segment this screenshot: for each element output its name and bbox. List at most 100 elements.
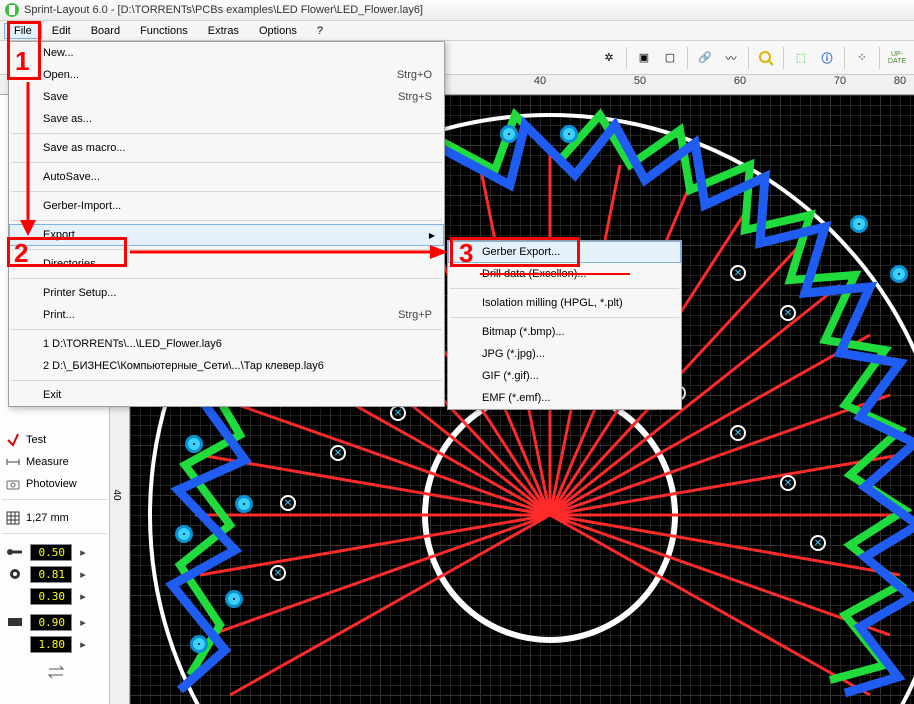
pcb-pad: [500, 125, 518, 143]
pcb-via: [810, 535, 826, 551]
toolbar-snap-button[interactable]: ✲: [597, 46, 621, 70]
menu-item-label: Isolation milling (HPGL, *.plt): [482, 297, 623, 309]
menu-item-bitmap[interactable]: Bitmap (*.bmp)...: [448, 321, 681, 343]
pcb-pad: [185, 435, 203, 453]
menu-item-emf[interactable]: EMF (*.emf)...: [448, 387, 681, 409]
menu-item-label: Save: [43, 91, 68, 103]
annotation-label-3: 3: [459, 238, 473, 269]
spinner-up-icon[interactable]: ▸: [78, 636, 88, 652]
menu-item-label: GIF (*.gif)...: [482, 370, 539, 382]
spinner-up-icon[interactable]: ▸: [78, 588, 88, 604]
toolbar-separator: [626, 47, 627, 69]
menu-item-save-macro[interactable]: Save as macro...: [9, 137, 444, 159]
menu-extras[interactable]: Extras: [198, 23, 249, 39]
menu-item-saveas[interactable]: Save as...: [9, 108, 444, 130]
measure-icon: [6, 455, 20, 469]
menu-shortcut: Strg+S: [398, 91, 432, 103]
menu-item-label: Save as macro...: [43, 142, 126, 154]
menu-item-save[interactable]: Save Strg+S: [9, 86, 444, 108]
smd-w-control[interactable]: 0.90 ▸: [2, 611, 107, 633]
grid-setting[interactable]: 1,27 mm: [2, 507, 107, 529]
pad-outer-value: 0.81: [30, 566, 72, 583]
menu-options[interactable]: Options: [249, 23, 307, 39]
menu-item-label: Save as...: [43, 113, 92, 125]
ruler-tick-label: 60: [734, 75, 746, 87]
tool-test[interactable]: Test: [2, 429, 107, 451]
photoview-icon: [6, 477, 20, 491]
toolbar-separator: [879, 47, 880, 69]
pcb-via: [280, 495, 296, 511]
menu-item-exit[interactable]: Exit: [9, 384, 444, 406]
swap-icon: [45, 665, 69, 679]
menu-item-label: 2 D:\_БИЗНЕС\Компьютерные_Сети\...\Тар к…: [43, 360, 324, 372]
menu-item-label: 1 D:\TORRENTs\...\LED_Flower.lay6: [43, 338, 222, 350]
menu-item-autosave[interactable]: AutoSave...: [9, 166, 444, 188]
spinner-up-icon[interactable]: ▸: [78, 614, 88, 630]
toolbar-zoom-button[interactable]: [754, 46, 778, 70]
pcb-pad: [560, 125, 578, 143]
track-width-control[interactable]: 0.50 ▸: [2, 541, 107, 563]
menu-item-label: Print...: [43, 309, 75, 321]
menu-item-isolation-milling[interactable]: Isolation milling (HPGL, *.plt): [448, 292, 681, 314]
spinner-up-icon[interactable]: ▸: [78, 544, 88, 560]
menu-item-open[interactable]: Open...Strg+O: [9, 64, 444, 86]
menu-functions[interactable]: Functions: [130, 23, 198, 39]
toolbar-select-button[interactable]: ⬚: [789, 46, 813, 70]
smd-h-control[interactable]: 1.80 ▸: [2, 633, 107, 655]
pad-size-control[interactable]: 0.81 ▸: [2, 563, 107, 585]
ruler-tick-label: 40: [111, 489, 122, 500]
swap-dims-button[interactable]: [2, 661, 107, 683]
annotation-label-2: 2: [14, 238, 28, 269]
menu-edit[interactable]: Edit: [42, 23, 81, 39]
toolbar-autoroute-button[interactable]: 〰: [719, 46, 743, 70]
menu-shortcut: Strg+O: [397, 69, 432, 81]
ruler-tick-label: 40: [534, 75, 546, 87]
menu-item-printer-setup[interactable]: Printer Setup...: [9, 282, 444, 304]
pad-drill-control[interactable]: 0.30 ▸: [2, 585, 107, 607]
toolbar-separator: [844, 47, 845, 69]
submenu-arrow-icon: ▶: [429, 231, 435, 240]
menu-separator: [11, 191, 442, 192]
track-icon: [6, 546, 24, 558]
tool-measure-label: Measure: [26, 456, 69, 468]
spinner-up-icon[interactable]: ▸: [78, 566, 88, 582]
menu-item-recent-2[interactable]: 2 D:\_БИЗНЕС\Компьютерные_Сети\...\Тар к…: [9, 355, 444, 377]
grid-value: 1,27 mm: [26, 512, 69, 524]
tool-photoview[interactable]: Photoview: [2, 473, 107, 495]
menu-item-recent-1[interactable]: 1 D:\TORRENTs\...\LED_Flower.lay6: [9, 333, 444, 355]
toolbar-update-button[interactable]: UP-DATE: [885, 46, 909, 70]
toolbar-connections-button[interactable]: 🔗: [693, 46, 717, 70]
menu-separator: [11, 220, 442, 221]
menu-board[interactable]: Board: [81, 23, 130, 39]
toolbar-ungroup-button[interactable]: ▢: [658, 46, 682, 70]
menu-help[interactable]: ?: [307, 23, 333, 39]
app-icon: [4, 2, 20, 18]
smd-icon: [6, 616, 24, 628]
menu-item-label: EMF (*.emf)...: [482, 392, 550, 404]
window-title: Sprint-Layout 6.0 - [D:\TORRENTs\PCBs ex…: [24, 4, 423, 16]
tool-measure[interactable]: Measure: [2, 451, 107, 473]
toolbar-separator: [687, 47, 688, 69]
pad-inner-value: 0.30: [30, 588, 72, 605]
menu-item-gerber-import[interactable]: Gerber-Import...: [9, 195, 444, 217]
toolbar-group-button[interactable]: ▣: [632, 46, 656, 70]
annotation-strikethrough: [480, 268, 630, 280]
menu-item-label: JPG (*.jpg)...: [482, 348, 545, 360]
ruler-tick-label: 70: [834, 75, 846, 87]
menu-separator: [11, 380, 442, 381]
toolbar-info-button[interactable]: ⓘ: [815, 46, 839, 70]
menu-item-label: New...: [43, 47, 74, 59]
ruler-tick-label: 50: [634, 75, 646, 87]
annotation-arrow-right: [130, 244, 448, 260]
file-menu-dropdown: New... Open...Strg+O Save Strg+S Save as.…: [8, 41, 445, 407]
toolbar-scanned-button[interactable]: ⁘: [850, 46, 874, 70]
pcb-pad: [190, 635, 208, 653]
menu-item-print[interactable]: Print...Strg+P: [9, 304, 444, 326]
menu-item-new[interactable]: New...: [9, 42, 444, 64]
menu-item-label: Bitmap (*.bmp)...: [482, 326, 565, 338]
smd-w-value: 0.90: [30, 614, 72, 631]
menu-item-jpg[interactable]: JPG (*.jpg)...: [448, 343, 681, 365]
menu-item-gif[interactable]: GIF (*.gif)...: [448, 365, 681, 387]
annotation-label-1: 1: [15, 46, 29, 77]
track-width-value: 0.50: [30, 544, 72, 561]
